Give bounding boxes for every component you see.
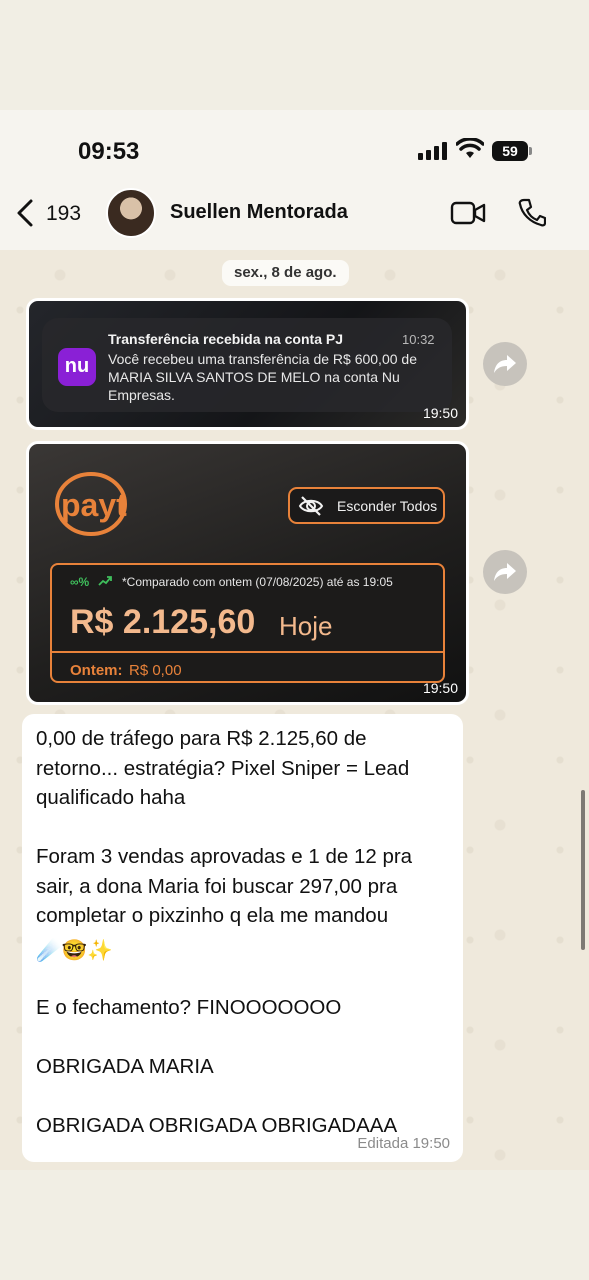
- text-message[interactable]: 0,00 de tráfego para R$ 2.125,60 de reto…: [22, 714, 463, 1162]
- video-call-icon[interactable]: [450, 200, 486, 226]
- forward-arrow-icon: [494, 355, 516, 373]
- revenue-amount: R$ 2.125,60: [70, 603, 256, 641]
- hide-all-label: Esconder Todos: [337, 498, 438, 514]
- notification-title: Transferência recebida na conta PJ: [108, 331, 343, 347]
- payt-logo-text: payt: [61, 487, 127, 523]
- notification-body: Você recebeu uma transferência de R$ 600…: [108, 351, 417, 403]
- trend-up-icon: [98, 576, 112, 586]
- trend-percentage: ∞%: [70, 575, 90, 589]
- comparison-note: *Comparado com ontem (07/08/2025) até as…: [122, 575, 393, 589]
- notification-time: 10:32: [402, 332, 435, 347]
- notification-card: nu Transferência recebida na conta PJ 10…: [42, 318, 452, 412]
- wifi-icon: [456, 138, 484, 158]
- sales-summary-card: ∞% *Comparado com ontem (07/08/2025) até…: [50, 563, 445, 683]
- bottom-blank-area: [0, 1170, 589, 1280]
- battery-level: 59: [492, 141, 528, 161]
- chat-screen: 09:53 59 193 Suellen Mentorada sex., 8 d…: [0, 110, 589, 1170]
- message-timestamp: 19:50: [422, 405, 458, 421]
- payt-logo: payt: [55, 472, 127, 536]
- message-paragraph-text: Foram 3 vendas aprovadas e 1 de 12 pra s…: [36, 845, 418, 927]
- contact-avatar[interactable]: [106, 188, 156, 238]
- forward-button[interactable]: [483, 342, 527, 386]
- yesterday-label: Ontem:: [70, 662, 123, 679]
- contact-name[interactable]: Suellen Mentorada: [170, 201, 348, 224]
- battery-icon: 59: [492, 141, 532, 161]
- message-paragraph: 0,00 de tráfego para R$ 2.125,60 de reto…: [36, 727, 415, 809]
- eye-off-icon: [298, 496, 324, 516]
- nubank-app-icon: nu: [58, 348, 96, 386]
- forward-button[interactable]: [483, 550, 527, 594]
- message-emojis: ☄️🤓✨: [36, 938, 113, 962]
- message-paragraph: E o fechamento? FINOOOOOOO: [36, 996, 342, 1019]
- image-message-payt[interactable]: payt Esconder Todos ∞% *Comparado com on…: [26, 441, 469, 705]
- back-unread-count[interactable]: 193: [46, 202, 81, 226]
- image-message-nubank[interactable]: nu Transferência recebida na conta PJ 10…: [26, 298, 469, 430]
- back-chevron-icon[interactable]: [14, 198, 36, 228]
- card-divider: [52, 651, 443, 653]
- cellular-signal-icon: [418, 142, 448, 160]
- revenue-period: Hoje: [279, 611, 333, 641]
- top-blank-area: [0, 0, 589, 110]
- phone-call-icon[interactable]: [518, 197, 546, 227]
- forward-arrow-icon: [494, 563, 516, 581]
- message-timestamp: 19:50: [422, 680, 458, 696]
- scrollbar[interactable]: [581, 790, 585, 950]
- hide-all-button: Esconder Todos: [288, 487, 445, 524]
- status-bar: 09:53 59: [0, 110, 589, 190]
- message-paragraph: Foram 3 vendas aprovadas e 1 de 12 pra s…: [36, 842, 449, 964]
- message-paragraph: OBRIGADA MARIA: [36, 1055, 214, 1078]
- message-edited-timestamp: Editada 19:50: [357, 1135, 450, 1152]
- date-separator: sex., 8 de ago.: [222, 260, 349, 286]
- yesterday-value: R$ 0,00: [129, 662, 182, 679]
- status-time: 09:53: [78, 138, 140, 165]
- chat-header: 193 Suellen Mentorada: [0, 180, 589, 250]
